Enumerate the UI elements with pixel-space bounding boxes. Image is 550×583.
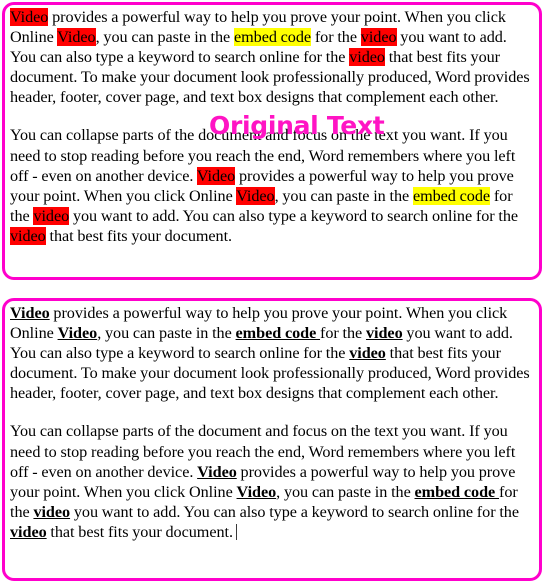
text-run: that best fits your document. bbox=[46, 522, 233, 541]
highlight-red-video: video bbox=[10, 226, 46, 245]
original-paragraph-2: You can collapse parts of the document a… bbox=[10, 125, 533, 246]
bold-underline-video: Video bbox=[197, 462, 237, 481]
highlight-red-video: video bbox=[360, 28, 397, 47]
bold-underline-video: video bbox=[365, 324, 403, 343]
bold-underline-video: Video bbox=[10, 304, 50, 322]
text-run: you want to add. You can also type a key… bbox=[69, 206, 519, 225]
text-run: for the bbox=[311, 28, 361, 47]
output-paragraph-1: Video provides a powerful way to help yo… bbox=[10, 303, 533, 403]
text-run: , you can paste in the bbox=[276, 482, 415, 501]
bold-underline-embed-code: embed code bbox=[414, 482, 499, 501]
text-cursor-caret bbox=[235, 523, 237, 540]
highlight-yellow-embed-code: embed code bbox=[412, 186, 491, 205]
output-text-panel: Video provides a powerful way to help yo… bbox=[2, 298, 542, 581]
highlight-red-video: Video bbox=[236, 186, 275, 205]
highlight-red-video: Video bbox=[10, 8, 49, 26]
output-document-body[interactable]: Video provides a powerful way to help yo… bbox=[5, 301, 539, 542]
bold-underline-video: Video bbox=[236, 482, 277, 501]
text-run: for the bbox=[320, 324, 366, 343]
highlight-red-video: video bbox=[33, 206, 70, 225]
bold-underline-video: video bbox=[10, 522, 47, 541]
original-paragraph-1: Video provides a powerful way to help yo… bbox=[10, 7, 533, 107]
text-run: you want to add. You can also type a key… bbox=[70, 502, 519, 521]
bold-underline-video: video bbox=[33, 502, 71, 521]
text-run: , you can paste in the bbox=[97, 324, 236, 343]
bold-underline-embed-code: embed code bbox=[235, 324, 321, 343]
text-run: that best fits your document. bbox=[45, 226, 233, 245]
highlight-red-video: video bbox=[349, 48, 385, 67]
text-run: , you can paste in the bbox=[274, 186, 413, 205]
output-paragraph-2: You can collapse parts of the document a… bbox=[10, 421, 533, 542]
text-run: , you can paste in the bbox=[95, 28, 234, 47]
bold-underline-video: Video bbox=[57, 324, 98, 343]
highlight-red-video: Video bbox=[57, 28, 96, 47]
highlight-yellow-embed-code: embed code bbox=[233, 28, 312, 47]
original-text-panel: Video provides a powerful way to help yo… bbox=[2, 2, 542, 280]
highlight-red-video: Video bbox=[196, 166, 236, 185]
bold-underline-video: video bbox=[349, 344, 386, 363]
original-text-label: Original Text bbox=[209, 111, 385, 140]
